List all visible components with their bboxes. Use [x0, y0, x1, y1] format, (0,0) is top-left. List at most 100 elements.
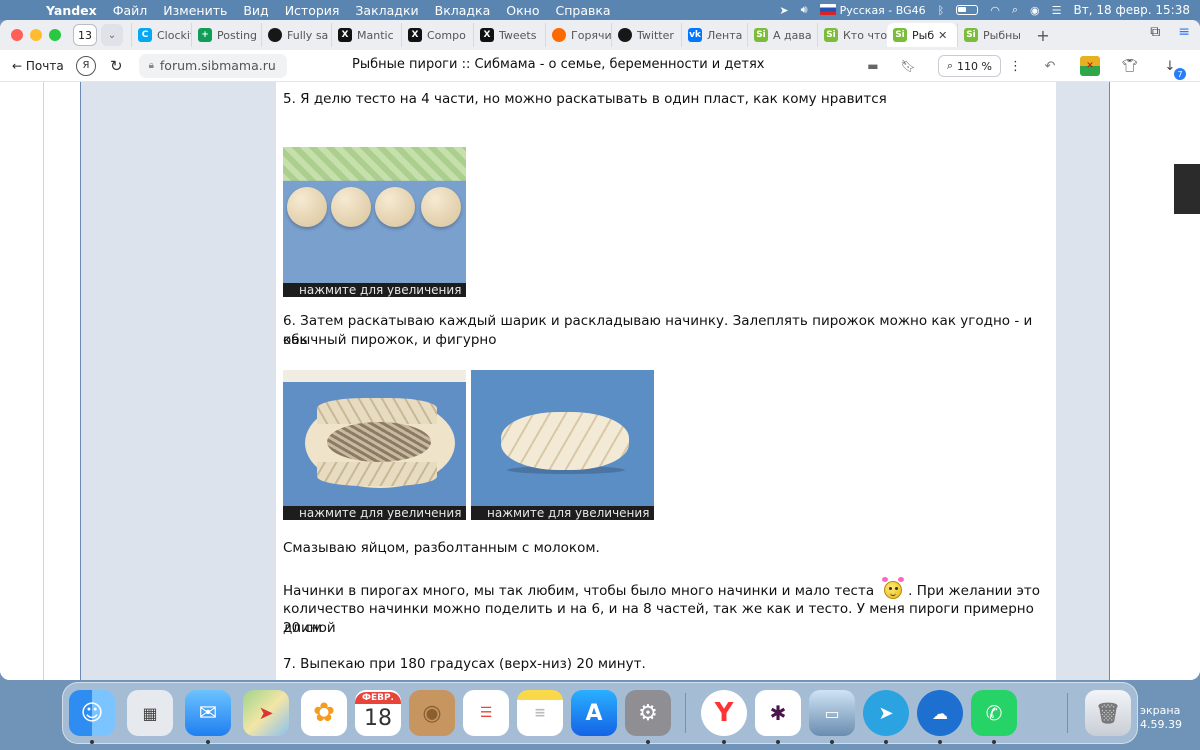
menu-edit[interactable]: Изменить	[155, 3, 235, 18]
input-source-label: Русская - BG46	[839, 3, 926, 17]
shirt-extension-icon[interactable]: 👕︎	[1120, 56, 1140, 76]
url-field[interactable]: 🔒︎ forum.sibmama.ru	[138, 53, 287, 78]
zoom-level-button[interactable]: ⌕ 110 %	[937, 55, 1001, 77]
more-options-icon[interactable]: ⋮	[1009, 59, 1022, 74]
back-to-mail-button[interactable]: ← Почта	[0, 59, 76, 73]
whatsapp-icon[interactable]: ✆	[971, 690, 1017, 736]
tab-label: Clockify	[157, 28, 191, 42]
macos-dock: ☺ ▦ ✉ ➤ ✿ ФЕВР. 18 ◉ ☰ ≡ A ⚙ Y ✱ ▭ ➤ ☁ ✆…	[62, 682, 1138, 744]
input-source-menu[interactable]: Русская - BG46	[819, 3, 926, 17]
downloads-icon[interactable]: ↓ 7	[1160, 56, 1186, 80]
mail-icon[interactable]: ✉	[185, 690, 231, 736]
tab-list-chevron-icon[interactable]: ⌄	[101, 24, 123, 46]
yandex-logo-icon[interactable]: Я	[76, 55, 96, 76]
notes-icon[interactable]: ≡	[517, 690, 563, 736]
yandex-browser-icon[interactable]: Y	[701, 690, 747, 736]
zoom-window-button[interactable]	[49, 29, 61, 41]
tab-hot[interactable]: Горячи	[545, 23, 611, 47]
menu-view[interactable]: Вид	[235, 3, 276, 18]
bluetooth-off-icon[interactable]: ᛒ	[938, 4, 945, 17]
launchpad-icon[interactable]: ▦	[127, 690, 173, 736]
menu-icon[interactable]: ≡	[1178, 24, 1190, 40]
menu-history[interactable]: История	[277, 3, 348, 18]
contacts-icon[interactable]: ◉	[409, 690, 455, 736]
menu-file[interactable]: Файл	[105, 3, 156, 18]
lock-icon: 🔒︎	[148, 60, 154, 71]
open-pie-filling-photo[interactable]: нажмите для увеличения	[283, 370, 466, 520]
extension-icon[interactable]: ✕	[1080, 56, 1100, 76]
screenshot-label-1: экрана	[1140, 704, 1181, 717]
reload-icon[interactable]: ↻	[110, 57, 123, 75]
undo-extension-icon[interactable]: ↶	[1040, 56, 1060, 76]
step-6-line-2: обычный пирожок, и фигурно	[283, 332, 497, 348]
tab-twitter[interactable]: Twitter	[611, 23, 681, 47]
menu-bookmarks[interactable]: Закладки	[347, 3, 426, 18]
smiley-emoticon-icon	[882, 577, 905, 599]
tab-tweets[interactable]: X Tweets	[473, 23, 545, 47]
tab-count-button[interactable]: 13	[73, 24, 97, 46]
tab-label: Лента	[707, 28, 743, 42]
maps-icon[interactable]: ➤	[243, 690, 289, 736]
dock-separator	[685, 693, 686, 733]
tab-posting[interactable]: + Posting	[191, 23, 261, 47]
bookmark-icon[interactable]: 🔖︎	[901, 59, 916, 73]
enlarge-caption[interactable]: нажмите для увеличения	[471, 506, 654, 520]
screenshot-file-label[interactable]: экрана 4.59.39	[1140, 704, 1182, 732]
close-tab-icon[interactable]: ✕	[938, 29, 947, 42]
enlarge-caption[interactable]: нажмите для увеличения	[283, 283, 466, 297]
wifi-icon[interactable]: ◠	[990, 4, 1000, 17]
telegram-icon[interactable]: ➤	[863, 690, 909, 736]
filling-text-b: . При желании это	[908, 583, 1041, 599]
spotlight-search-icon[interactable]: ⌕	[1012, 3, 1018, 17]
openoffice-icon[interactable]: ☁	[917, 690, 963, 736]
control-center-icon[interactable]: ☰	[1052, 4, 1062, 17]
dough-balls-photo[interactable]: нажмите для увеличения	[283, 147, 466, 297]
menu-app-name[interactable]: Yandex	[38, 3, 105, 18]
navigation-arrow-icon[interactable]: ➤	[779, 4, 788, 17]
menu-window[interactable]: Окно	[498, 3, 547, 18]
menu-tab[interactable]: Вкладка	[427, 3, 499, 18]
calendar-icon[interactable]: ФЕВР. 18	[355, 690, 401, 736]
menu-help[interactable]: Справка	[547, 3, 618, 18]
close-window-button[interactable]	[11, 29, 23, 41]
tab-mantic[interactable]: X Mantic	[331, 23, 401, 47]
volume-icon[interactable]: 🔊︎	[801, 3, 808, 17]
downloads-badge: 7	[1174, 68, 1186, 80]
preview-icon[interactable]: ▭	[809, 690, 855, 736]
trash-icon[interactable]: 🗑︎	[1085, 690, 1131, 736]
running-indicator	[646, 740, 650, 744]
tab-collection-icon[interactable]: ⧉	[1150, 24, 1160, 40]
minimize-window-button[interactable]	[30, 29, 42, 41]
fire-icon	[552, 28, 566, 42]
tab-fish-pies-active[interactable]: Si Рыб ✕	[887, 23, 957, 47]
address-bar-right-controls: ▬ 🔖︎ ⌕ 110 % ⋮ ↶ ✕ 👕︎ ↓ 7	[867, 54, 1200, 80]
x-icon: X	[338, 28, 352, 42]
bow-left	[882, 577, 889, 582]
settings-icon[interactable]: ⚙	[625, 690, 671, 736]
photos-icon[interactable]: ✿	[301, 690, 347, 736]
slack-icon[interactable]: ✱	[755, 690, 801, 736]
new-tab-plus-icon[interactable]: +	[1033, 25, 1053, 45]
braided-pie-photo[interactable]: нажмите для увеличения	[471, 370, 654, 520]
tab-lenta[interactable]: vk Лента	[681, 23, 747, 47]
tab-label: А дава	[773, 28, 812, 42]
enlarge-caption[interactable]: нажмите для увеличения	[283, 506, 466, 520]
user-icon[interactable]: ◉	[1030, 4, 1040, 17]
tab-fully-sa[interactable]: Fully sa	[261, 23, 331, 47]
page-left-margin	[0, 82, 44, 680]
clockify-icon: C	[138, 28, 152, 42]
tab-kto-chto[interactable]: Si Кто что	[817, 23, 887, 47]
comment-icon[interactable]: ▬	[867, 59, 878, 73]
tab-compo[interactable]: X Compo	[401, 23, 473, 47]
tab-a-davai[interactable]: Si А дава	[747, 23, 817, 47]
tab-label: Posting	[217, 28, 258, 42]
tab-clockify[interactable]: C Clockify	[131, 23, 191, 47]
menu-datetime[interactable]: Вт, 18 февр. 15:38	[1074, 3, 1190, 17]
tab-fish-pies[interactable]: Si Рыбны	[957, 23, 1027, 47]
reminders-icon[interactable]: ☰	[463, 690, 509, 736]
finder-icon[interactable]: ☺	[69, 690, 115, 736]
battery-icon[interactable]	[956, 5, 979, 15]
appstore-icon[interactable]: A	[571, 690, 617, 736]
sibmama-icon: Si	[893, 28, 907, 42]
zoom-search-icon: ⌕	[946, 59, 954, 72]
